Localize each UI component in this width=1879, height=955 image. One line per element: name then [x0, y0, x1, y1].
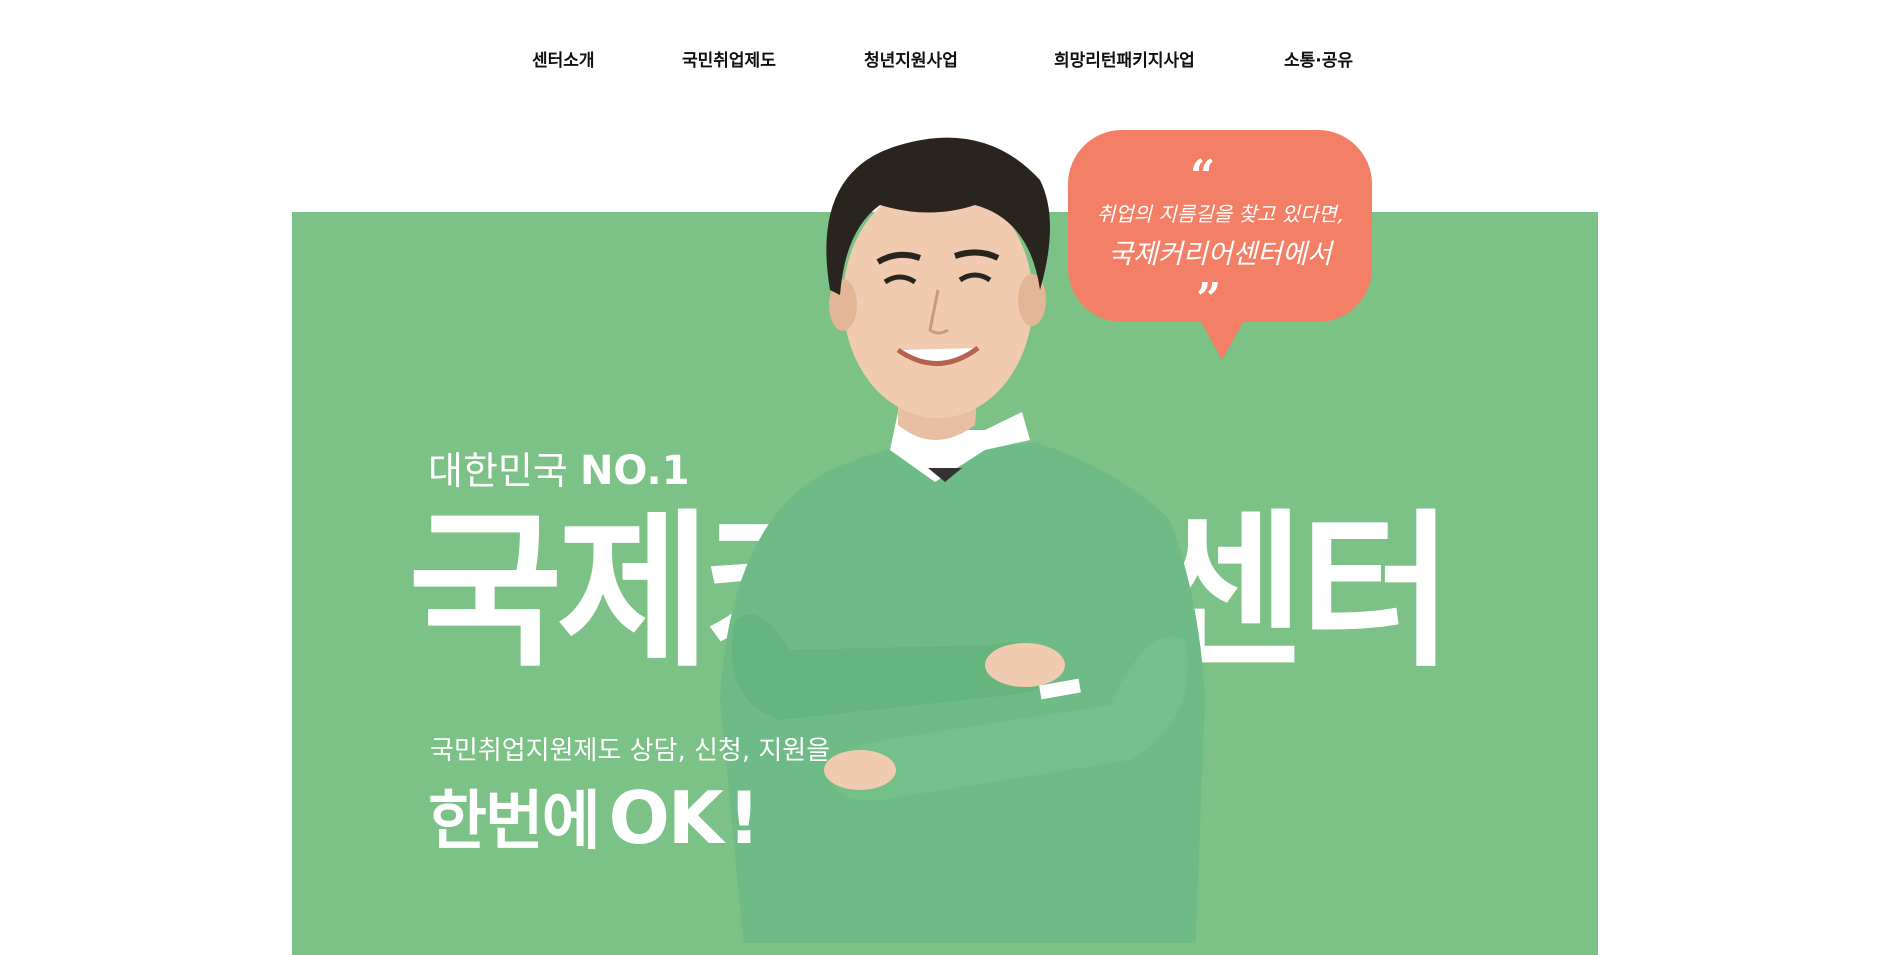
- close-quote-icon: ”: [1196, 274, 1222, 325]
- bubble-line-2: 국제커리어센터에서: [1108, 239, 1332, 270]
- nav-item-communication[interactable]: 소통·공유: [1284, 46, 1353, 71]
- nav-item-national-employment[interactable]: 국민취업제도: [682, 46, 776, 71]
- hero-tagline: 한번에 OK!: [428, 776, 760, 860]
- nav-item-center-intro[interactable]: 센터소개: [532, 46, 595, 71]
- main-nav: 센터소개 국민취업제도 청년지원사업 희망리턴패키지사업 소통·공유: [0, 0, 1879, 110]
- bubble-line-1: 취업의 지름길을 찾고 있다면,: [1096, 202, 1344, 226]
- nav-item-youth-support[interactable]: 청년지원사업: [864, 46, 958, 71]
- speech-bubble-tail: [1200, 320, 1244, 360]
- open-quote-icon: “: [1190, 151, 1216, 202]
- hero-eyebrow: 대한민국 NO.1: [428, 448, 690, 494]
- nav-item-hope-return[interactable]: 희망리턴패키지사업: [1054, 46, 1195, 71]
- hero-title: 국제커리어센터: [408, 494, 1454, 690]
- hero-subtitle: 국민취업지원제도 상담, 신청, 지원을: [430, 736, 831, 766]
